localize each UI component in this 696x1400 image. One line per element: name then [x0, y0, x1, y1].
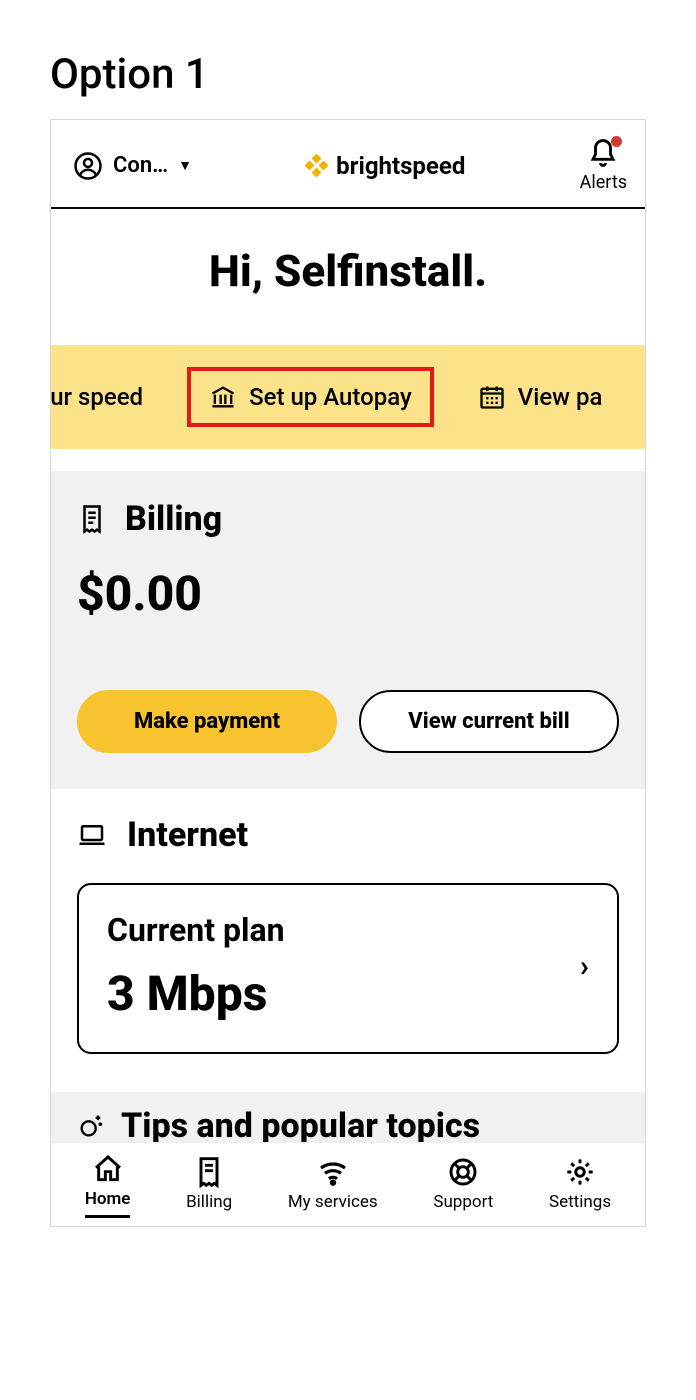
notification-dot-icon	[611, 136, 622, 147]
improve-speed-label: ove your speed	[51, 383, 143, 411]
brand-logo: brightspeed	[306, 152, 465, 180]
nav-support-label: Support	[433, 1192, 493, 1212]
setup-autopay-chip[interactable]: Set up Autopay	[187, 367, 434, 427]
improve-speed-chip[interactable]: ove your speed	[51, 371, 159, 423]
internet-section: Internet Current plan 3 Mbps ›	[51, 789, 645, 1072]
billing-card: Billing $0.00 Make payment View current …	[51, 471, 645, 789]
nav-support[interactable]: Support	[433, 1156, 493, 1218]
calendar-icon	[478, 383, 506, 411]
top-bar: Con… ▼ brightspeed Alerts	[51, 120, 645, 209]
plan-label: Current plan	[107, 911, 285, 949]
view-current-bill-button[interactable]: View current bill	[359, 690, 619, 753]
nav-home-label: Home	[85, 1189, 131, 1209]
billing-title: Billing	[125, 499, 222, 539]
nav-home[interactable]: Home	[85, 1153, 131, 1218]
bottom-nav: Home Billing My services Support Setting…	[51, 1142, 645, 1226]
tips-title: Tips and popular topics	[121, 1106, 480, 1142]
wifi-icon	[317, 1156, 349, 1188]
plan-value: 3 Mbps	[107, 965, 285, 1022]
brand-name: brightspeed	[336, 152, 465, 180]
nav-billing-label: Billing	[186, 1192, 232, 1212]
internet-title: Internet	[127, 815, 248, 855]
tips-section[interactable]: Tips and popular topics	[51, 1092, 645, 1142]
nav-billing[interactable]: Billing	[186, 1156, 232, 1218]
page-title: Option 1	[50, 50, 646, 99]
account-name: Con…	[113, 153, 168, 178]
current-plan-card[interactable]: Current plan 3 Mbps ›	[77, 883, 619, 1054]
alerts-button[interactable]: Alerts	[580, 138, 627, 193]
make-payment-button[interactable]: Make payment	[77, 690, 337, 753]
billing-icon	[193, 1156, 225, 1188]
home-icon	[92, 1153, 124, 1185]
setup-autopay-label: Set up Autopay	[249, 383, 412, 411]
chevron-right-icon: ›	[580, 949, 589, 984]
nav-services[interactable]: My services	[288, 1156, 378, 1218]
caret-down-icon: ▼	[178, 157, 192, 174]
sparkle-icon	[77, 1112, 105, 1140]
bank-icon	[209, 383, 237, 411]
view-past-chip[interactable]: View pa	[462, 371, 603, 423]
account-dropdown[interactable]: Con… ▼	[73, 151, 192, 181]
receipt-icon	[77, 504, 107, 534]
greeting-text: Hi, Selfinstall.	[51, 209, 645, 345]
laptop-icon	[77, 820, 107, 850]
alerts-label: Alerts	[580, 172, 627, 193]
app-frame: Con… ▼ brightspeed Alerts Hi, Selfinstal…	[50, 119, 646, 1227]
account-circle-icon	[73, 151, 103, 181]
nav-settings[interactable]: Settings	[549, 1156, 611, 1218]
brand-mark-icon	[306, 155, 328, 177]
billing-amount: $0.00	[77, 565, 619, 622]
lifebuoy-icon	[447, 1156, 479, 1188]
nav-settings-label: Settings	[549, 1192, 611, 1212]
gear-icon	[564, 1156, 596, 1188]
view-past-label: View pa	[518, 383, 603, 411]
quick-actions-strip[interactable]: ove your speed Set up Autopay View pa	[51, 345, 645, 449]
nav-services-label: My services	[288, 1192, 378, 1212]
